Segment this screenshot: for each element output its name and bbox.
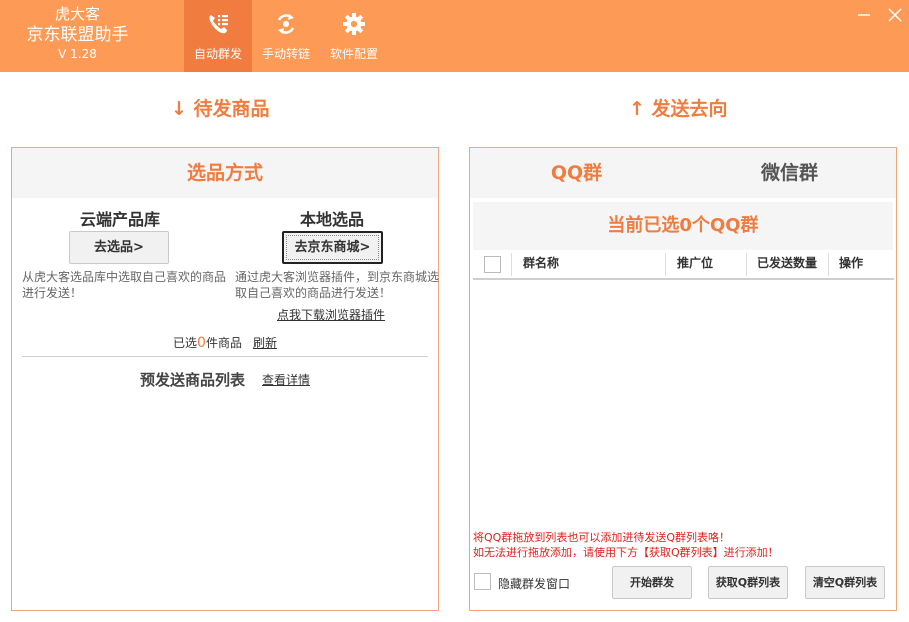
col-promotion-slot[interactable]: 推广位 bbox=[677, 250, 713, 277]
col-actions[interactable]: 操作 bbox=[839, 250, 863, 277]
local-selection-title: 本地选品 bbox=[299, 210, 364, 229]
column-divider bbox=[665, 253, 666, 276]
fetch-qq-groups-button[interactable]: 获取Q群列表 bbox=[708, 566, 788, 599]
column-divider bbox=[511, 253, 512, 276]
tab-manual-link-label: 手动转链 bbox=[261, 47, 310, 61]
title-bar: 虎大客 京东联盟助手 V 1.28 自动群发 手动转链 软件配置 bbox=[0, 0, 909, 72]
go-select-button[interactable]: 去选品> bbox=[69, 231, 169, 264]
arrow-up-icon: ↑ bbox=[629, 98, 645, 120]
send-target-panel: QQ群 微信群 当前已选0个QQ群 群名称 推广位 已发送数量 操作 将QQ群拖… bbox=[469, 147, 897, 611]
selected-groups-status: 当前已选0个QQ群 bbox=[473, 202, 893, 250]
cloud-library-title: 云端产品库 bbox=[79, 210, 160, 229]
col-sent-count[interactable]: 已发送数量 bbox=[757, 250, 817, 277]
tab-auto-send-label: 自动群发 bbox=[193, 47, 242, 61]
clear-qq-groups-button[interactable]: 清空Q群列表 bbox=[805, 566, 885, 599]
gear-icon bbox=[343, 13, 365, 35]
app-version: V 1.28 bbox=[58, 47, 97, 61]
selected-prefix: 已选 bbox=[173, 336, 198, 350]
view-details-link[interactable]: 查看详情 bbox=[262, 371, 310, 388]
selected-count-text: 已选0件商品 bbox=[173, 334, 242, 351]
groups-list-area[interactable] bbox=[473, 282, 894, 524]
local-selection-description: 通过虎大客浏览器插件，到京东商城选取自己喜欢的商品进行发送！ bbox=[235, 270, 440, 300]
cloud-library-description: 从虎大客选品库中选取自己喜欢的商品进行发送！ bbox=[22, 270, 227, 300]
download-plugin-link[interactable]: 点我下载浏览器插件 bbox=[277, 306, 385, 323]
tab-auto-send[interactable]: 自动群发 bbox=[184, 0, 252, 72]
tab-settings[interactable]: 软件配置 bbox=[320, 0, 388, 72]
col-group-name[interactable]: 群名称 bbox=[523, 250, 559, 277]
column-divider bbox=[746, 253, 747, 276]
selected-count: 0 bbox=[197, 335, 206, 351]
close-icon[interactable] bbox=[886, 6, 904, 24]
column-divider bbox=[828, 253, 829, 276]
divider bbox=[22, 356, 428, 357]
tab-settings-label: 软件配置 bbox=[329, 47, 378, 61]
selection-method-title: 选品方式 bbox=[12, 148, 438, 198]
link-cycle-icon bbox=[277, 14, 295, 34]
start-send-button[interactable]: 开始群发 bbox=[612, 566, 692, 599]
tab-qq-groups[interactable]: QQ群 bbox=[470, 148, 683, 198]
pre-send-list-title: 预发送商品列表 bbox=[140, 371, 246, 389]
hide-window-label: 隐藏群发窗口 bbox=[498, 577, 571, 591]
selected-suffix: 件商品 bbox=[205, 336, 242, 350]
fetch-notice: 如无法进行拖放添加，请使用下方【获取Q群列表】进行添加！ bbox=[473, 546, 779, 559]
pending-goods-label: 待发商品 bbox=[193, 98, 270, 120]
phone-list-icon bbox=[209, 15, 228, 34]
brand-name: 虎大客 bbox=[54, 5, 100, 23]
product-selection-panel: 选品方式 云端产品库 去选品> 从虎大客选品库中选取自己喜欢的商品进行发送！ 本… bbox=[11, 147, 439, 611]
drag-drop-notice: 将QQ群拖放到列表也可以添加进待发送Q群列表咯！ bbox=[473, 531, 730, 544]
minimize-icon[interactable] bbox=[855, 6, 873, 24]
groups-table-header: 群名称 推广位 已发送数量 操作 bbox=[473, 250, 894, 280]
send-target-heading: ↑ 发送去向 bbox=[629, 94, 728, 121]
send-target-label: 发送去向 bbox=[651, 98, 728, 120]
app-title: 京东联盟助手 bbox=[26, 25, 129, 45]
select-all-checkbox[interactable] bbox=[484, 256, 501, 273]
app-brand: 虎大客 京东联盟助手 V 1.28 bbox=[0, 4, 155, 62]
go-jd-mall-button[interactable]: 去京东商城> bbox=[282, 231, 383, 264]
arrow-down-icon: ↓ bbox=[171, 98, 187, 120]
tab-wechat-groups[interactable]: 微信群 bbox=[683, 148, 896, 198]
pending-goods-heading: ↓ 待发商品 bbox=[171, 94, 270, 121]
tab-manual-link[interactable]: 手动转链 bbox=[252, 0, 320, 72]
hide-window-checkbox[interactable] bbox=[474, 573, 491, 590]
refresh-link[interactable]: 刷新 bbox=[253, 334, 277, 351]
